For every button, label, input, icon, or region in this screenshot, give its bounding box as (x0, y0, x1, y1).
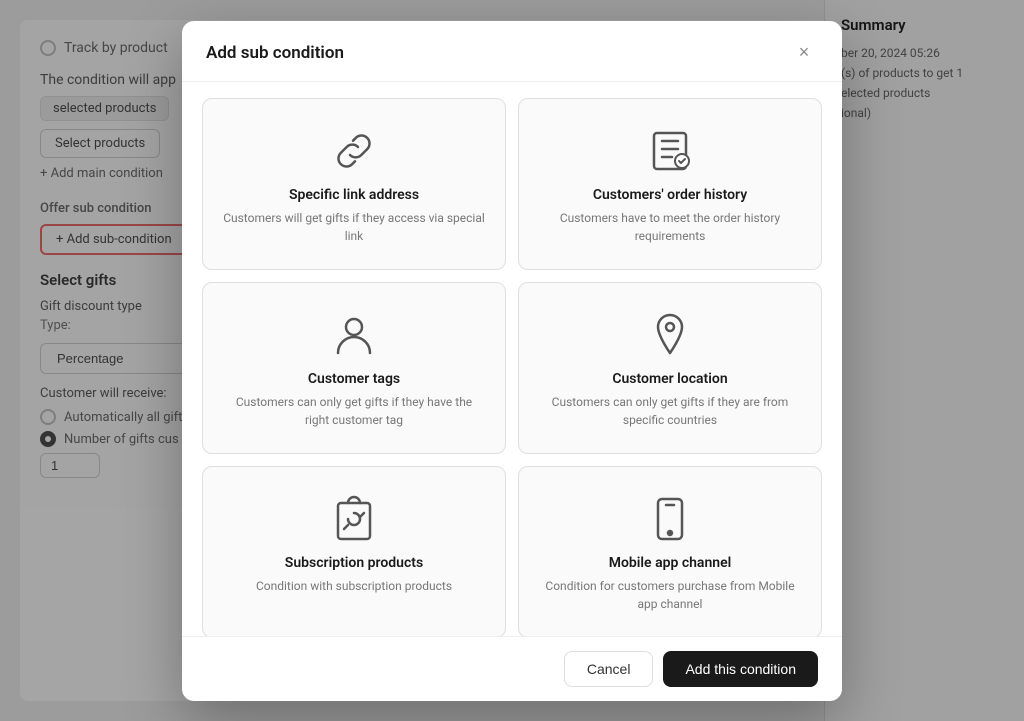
condition-desc-customer-tags: Customers can only get gifts if they hav… (223, 393, 485, 429)
condition-card-customer-location[interactable]: Customer location Customers can only get… (518, 282, 822, 454)
location-icon (646, 311, 694, 359)
history-icon (646, 127, 694, 175)
add-sub-condition-modal: Add sub condition × Specific link addres… (182, 21, 842, 701)
mobile-icon (646, 495, 694, 543)
condition-title-specific-link: Specific link address (289, 187, 419, 203)
modal-close-button[interactable]: × (790, 39, 818, 67)
link-icon (330, 127, 378, 175)
condition-card-mobile-app[interactable]: Mobile app channel Condition for custome… (518, 466, 822, 636)
person-icon (330, 311, 378, 359)
conditions-grid: Specific link address Customers will get… (202, 98, 822, 636)
condition-desc-mobile-app: Condition for customers purchase from Mo… (539, 577, 801, 613)
condition-desc-subscription: Condition with subscription products (256, 577, 452, 595)
modal-header: Add sub condition × (182, 21, 842, 82)
condition-title-order-history: Customers' order history (593, 187, 747, 203)
add-this-condition-button[interactable]: Add this condition (663, 651, 818, 687)
condition-title-customer-location: Customer location (612, 371, 727, 387)
condition-desc-order-history: Customers have to meet the order history… (539, 209, 801, 245)
modal-title: Add sub condition (206, 43, 344, 63)
modal-scroll-area[interactable]: Specific link address Customers will get… (182, 82, 842, 636)
condition-title-subscription: Subscription products (285, 555, 423, 571)
condition-desc-customer-location: Customers can only get gifts if they are… (539, 393, 801, 429)
subscription-icon (330, 495, 378, 543)
modal-footer: Cancel Add this condition (182, 636, 842, 701)
condition-card-customer-tags[interactable]: Customer tags Customers can only get gif… (202, 282, 506, 454)
condition-title-customer-tags: Customer tags (308, 371, 400, 387)
condition-card-subscription[interactable]: Subscription products Condition with sub… (202, 466, 506, 636)
condition-title-mobile-app: Mobile app channel (609, 555, 732, 571)
condition-card-specific-link[interactable]: Specific link address Customers will get… (202, 98, 506, 270)
cancel-button[interactable]: Cancel (564, 651, 654, 687)
condition-card-order-history[interactable]: Customers' order history Customers have … (518, 98, 822, 270)
condition-desc-specific-link: Customers will get gifts if they access … (223, 209, 485, 245)
